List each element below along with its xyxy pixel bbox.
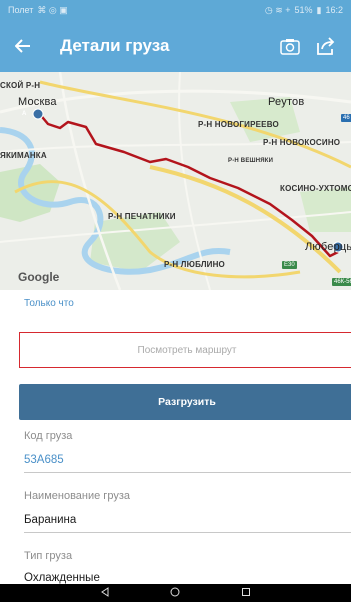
route-map[interactable]: A СКОЙ Р-Н Москва Реутов Р-Н НОВОГИРЕЕВО…: [0, 72, 351, 290]
map-label-novokosino: Р-Н НОВОКОСИНО: [263, 138, 341, 147]
map-label-lyubertsy: Люберцы: [305, 241, 351, 253]
map-label-yakimanka: ЯКИМАНКА: [0, 151, 47, 160]
time-link[interactable]: Только что: [24, 298, 74, 309]
system-nav-bar: [0, 584, 351, 602]
road-badge-46: 46: [341, 114, 351, 122]
cargo-name-value: Баранина: [24, 514, 77, 526]
app-bar: Детали груза: [0, 20, 351, 72]
field-label: Тип груза: [24, 550, 73, 562]
share-icon[interactable]: [313, 35, 339, 57]
field-cargo-name: Наименование груза Баранина: [24, 490, 351, 533]
nav-home-icon[interactable]: [170, 584, 180, 602]
field-cargo-type: Тип груза Охлажденные: [24, 550, 351, 584]
road-badge-46k: 46К-56: [332, 278, 351, 286]
cargo-type-value: Охлажденные: [24, 572, 100, 584]
field-cargo-code: Код груза 53А685: [24, 430, 351, 473]
unload-button[interactable]: Разгрузить: [19, 384, 351, 420]
map-label-moscow: Москва: [18, 96, 57, 108]
field-label: Код груза: [24, 430, 73, 442]
status-bar: Полет ⌘ ◎ ▣ ◷ ≋ + 51% ▮ 16:2: [0, 0, 351, 20]
field-label: Наименование груза: [24, 490, 130, 502]
map-label-pechatniki: Р-Н ПЕЧАТНИКИ: [108, 212, 176, 221]
map-label-reutov: Реутов: [268, 96, 305, 108]
nav-back-icon[interactable]: [100, 584, 110, 602]
divider: [24, 472, 351, 473]
clock: 16:2: [325, 5, 343, 15]
battery-icon: ▮: [316, 4, 322, 15]
cargo-code-value[interactable]: 53А685: [24, 454, 351, 466]
camera-icon[interactable]: [277, 35, 303, 57]
view-route-button[interactable]: Посмотреть маршрут: [19, 332, 351, 368]
map-label-lyublino: Р-Н ЛЮБЛИНО: [164, 260, 225, 269]
notification-icons: ⌘ ◎ ▣: [37, 4, 68, 15]
map-label-kosino: КОСИНО-УХТОМСК: [280, 184, 351, 193]
page-title: Детали груза: [60, 36, 170, 55]
signal-icons: ◷ ≋ +: [264, 4, 291, 15]
map-label-novogireevo: Р-Н НОВОГИРЕЕВО: [198, 120, 279, 129]
map-label-veshnyaki: Р-Н ВЕШНЯКИ: [228, 158, 274, 164]
battery-level: 51%: [294, 5, 313, 15]
start-marker-letter: A: [22, 111, 27, 117]
carrier-label: Полет: [8, 5, 34, 15]
road-badge-e30: E30: [282, 261, 297, 269]
back-arrow-icon[interactable]: [12, 35, 34, 57]
start-marker[interactable]: [32, 108, 44, 120]
map-label-district: СКОЙ Р-Н: [0, 81, 41, 90]
divider: [24, 532, 351, 533]
nav-recents-icon[interactable]: [241, 584, 251, 602]
google-attribution: Google: [18, 270, 60, 284]
